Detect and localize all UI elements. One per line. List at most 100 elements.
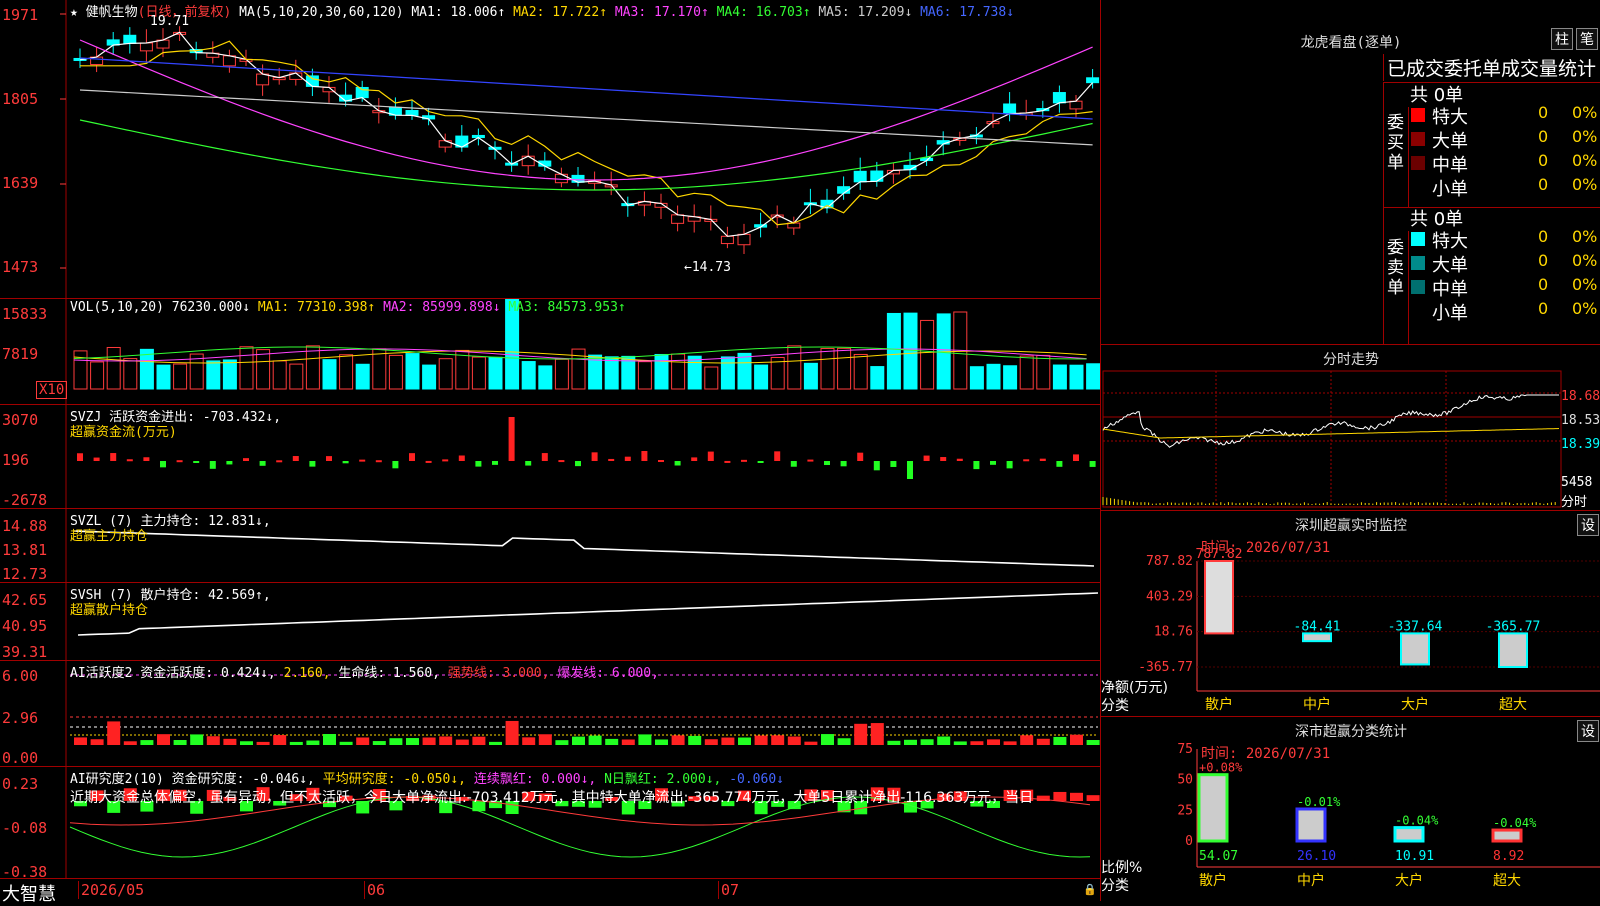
pen-mode-button[interactable]: 笔 [1576, 28, 1598, 50]
svzj-bar-14 [309, 461, 316, 467]
vol-item-2: MA3: 84573.953↑ [508, 300, 626, 315]
ma-item-2: MA3: 17.170↑ [614, 5, 717, 20]
svzj-bar-40 [741, 459, 747, 462]
buy-count-2: 0 [1538, 151, 1549, 170]
mon-cat-1: 中户 [1303, 696, 1331, 713]
ai1-bar-56 [1003, 741, 1017, 745]
vol-bar-25 [488, 356, 503, 390]
cls-delta-2: -0.04% [1395, 814, 1439, 828]
cls-axis-label-1: 50 [1177, 773, 1193, 788]
ai1-bar-18 [372, 741, 386, 745]
monitor-panel[interactable]: 深圳超赢实时监控 设 时间: 2026/07/31 787.82 403.29 18… [1100, 510, 1600, 717]
ai1-bar-43 [787, 736, 801, 745]
vol-bar-14 [305, 345, 320, 390]
ma-line-5 [79, 57, 1093, 120]
classify-chart[interactable]: 75 50 25 0 +0.08% 54.07 散户 -0.01% 26.10 中户 -0.04% 1… [1101, 717, 1600, 901]
intraday-panel[interactable]: 分时走势 18.68 18.53 18.39 5458 分时 [1100, 344, 1600, 511]
vol-axis-0: 15833 [2, 305, 48, 323]
price-axis-0: 1971 [2, 6, 39, 24]
vol-bar-28 [538, 365, 553, 390]
svzj-bar-31 [591, 452, 598, 461]
ai2-label: AI研究度2(10) 资金研究度: -0.046↓, [70, 772, 315, 787]
vol-bar-61 [1086, 363, 1100, 390]
mon-bar-label-3: -365.77 [1486, 619, 1541, 634]
classify-xlabel: 分类 [1101, 878, 1129, 894]
lock-icon[interactable]: 🔒 [1083, 883, 1097, 896]
ai1-bar-39 [721, 737, 735, 745]
svzl-axis-0: 14.88 [2, 517, 48, 535]
ai2-item-0: 平均研究度: -0.050↓, [322, 772, 474, 787]
candle-59 [1052, 92, 1066, 104]
svzj-bar-12 [276, 460, 283, 463]
buy-swatch-1 [1411, 132, 1425, 146]
svzl-panel[interactable]: SVZL (7) 主力持仓: 12.831↓, 超赢主力持仓 14.88 13.… [0, 508, 1100, 583]
svzj-bar-18 [375, 460, 382, 463]
svzj-bar-2 [110, 453, 117, 461]
ai1-bar-15 [323, 734, 336, 745]
date-tick-2: 07 [718, 881, 739, 899]
ai1-bar-54 [970, 741, 984, 745]
ai-research-panel[interactable]: AI研究度2(10) 资金研究度: -0.046↓, 平均研究度: -0.050… [0, 766, 1100, 881]
classify-panel[interactable]: 深市超赢分类统计 设 时间: 2026/07/31 75 50 25 0 +0.08% 5… [1100, 716, 1600, 901]
svzj-bar-60 [1073, 454, 1079, 461]
mon-axis-label-3: -365.77 [1138, 660, 1193, 675]
ai1-bar-58 [1036, 738, 1050, 745]
svzj-bar-54 [973, 461, 980, 470]
ai1-bar-10 [240, 741, 253, 745]
svzl-axis-2: 12.73 [2, 565, 48, 583]
vol-bar-1 [90, 361, 105, 390]
intra-vol: 5458 [1561, 475, 1593, 490]
svzj-axis-2: -2678 [2, 491, 48, 509]
ai1-bar-11 [256, 741, 270, 745]
vol-bar-35 [654, 353, 669, 390]
ma-label: MA(5,10,20,30,60,120) [239, 5, 404, 20]
sell-name-0: 特大 [1432, 231, 1468, 252]
svzj-bar-24 [475, 461, 482, 467]
svzj-bar-56 [1006, 461, 1013, 469]
svsh-panel[interactable]: SVSH (7) 散户持仓: 42.569↑, 超赢散户持仓 42.65 40.… [0, 582, 1100, 661]
buy-count-3: 0 [1538, 175, 1549, 194]
ma-line-4 [79, 89, 1093, 146]
ai1-bar-22 [439, 736, 453, 745]
star-icon[interactable]: ★ [70, 5, 78, 20]
high-annotation: 19.71 [150, 14, 190, 29]
vol-bar-48 [870, 366, 885, 390]
bar-mode-button[interactable]: 柱 [1551, 28, 1573, 50]
monitor-chart[interactable]: 787.82 403.29 18.76 -365.77 787.82 散户 -84.41 中户… [1101, 511, 1600, 717]
svzj-bar-43 [790, 461, 797, 467]
ai1-bar-9 [223, 738, 237, 745]
cls-axis-label-2: 25 [1177, 803, 1193, 818]
svzj-bar-58 [1039, 458, 1046, 461]
vol-unit-badge[interactable]: X10 [36, 381, 68, 399]
svzj-bar-52 [940, 457, 947, 461]
ai1-bar-25 [489, 741, 502, 745]
svzl-axis-1: 13.81 [2, 541, 48, 559]
ai1-items: 2.160, 生命线: 1.560, 强势线: 3.000, 爆发线: 6.00… [284, 666, 659, 681]
volume-panel[interactable]: VOL(5,10,20) 76230.000↓ MA1: 77310.398↑ … [0, 298, 1100, 405]
svzj-bar-15 [326, 456, 332, 461]
buy-pct-2: 0% [1572, 151, 1598, 170]
svzj-bar-32 [608, 458, 615, 461]
intraday-chart[interactable] [1101, 345, 1600, 511]
ai1-bar-40 [738, 737, 751, 745]
lhb-tabs[interactable]: 已成交委托单成交量统计 [1383, 54, 1600, 81]
vol-bar-54 [969, 366, 984, 390]
cls-delta-1: -0.01% [1297, 795, 1341, 809]
low-annotation: ←14.73 [684, 260, 731, 275]
lhb-title: 龙虎看盘(逐单) [1300, 35, 1402, 51]
ai1-bar-1 [90, 739, 104, 745]
vol-bar-17 [355, 363, 370, 390]
vol-bar-27 [521, 361, 536, 390]
vol-bar-37 [687, 355, 702, 390]
kline-chart[interactable] [0, 0, 1100, 298]
kline-panel[interactable]: ★ 健帆生物(日线，前复权) MA(5,10,20,30,60,120) MA1… [0, 0, 1100, 298]
ai1-bar-4 [140, 740, 154, 745]
svzj-panel[interactable]: SVZJ 活跃资金进出: -703.432↓, 超赢资金流(万元) 3070 1… [0, 404, 1100, 509]
ai-activity-panel[interactable]: AI活跃度2 资金活跃度: 0.424↓, 2.160, 生命线: 1.560,… [0, 660, 1100, 767]
svzj-bar-28 [541, 453, 548, 461]
ai1-bar-13 [289, 741, 303, 745]
price-axis-3: 1473 [2, 258, 39, 276]
svzj-bar-0 [77, 453, 83, 461]
classify-ylabel: 比例% [1101, 860, 1143, 876]
vol-bar-6 [173, 363, 188, 390]
